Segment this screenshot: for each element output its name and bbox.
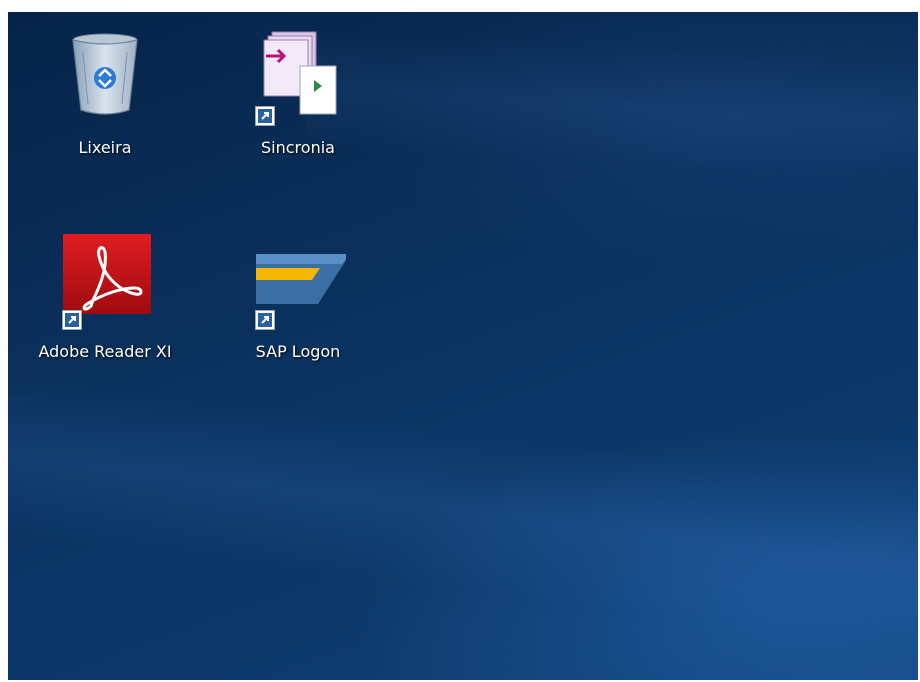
wallpaper-light-beam-top	[305, 28, 918, 196]
desktop-icon-label: SAP Logon	[255, 342, 341, 361]
wallpaper-light-beam	[8, 363, 918, 680]
desktop-icon-sincronia[interactable]: Sincronia	[243, 30, 353, 170]
desktop-icon-sap-logon[interactable]: SAP Logon	[243, 234, 353, 374]
shortcut-arrow-icon	[62, 310, 82, 330]
recycle-bin-icon	[57, 30, 153, 126]
desktop-icon-label: Adobe Reader XI	[38, 342, 172, 361]
shortcut-arrow-icon	[255, 310, 275, 330]
desktop-icon-recycle-bin[interactable]: Lixeira	[50, 30, 160, 170]
shortcut-arrow-icon	[255, 106, 275, 126]
desktop-icon-label: Lixeira	[78, 138, 132, 157]
desktop[interactable]: Lixeira Sincronia Adobe Reader XI SAP Lo…	[8, 12, 918, 680]
desktop-icon-label: Sincronia	[261, 138, 335, 157]
desktop-icon-adobe-reader[interactable]: Adobe Reader XI	[38, 234, 172, 374]
